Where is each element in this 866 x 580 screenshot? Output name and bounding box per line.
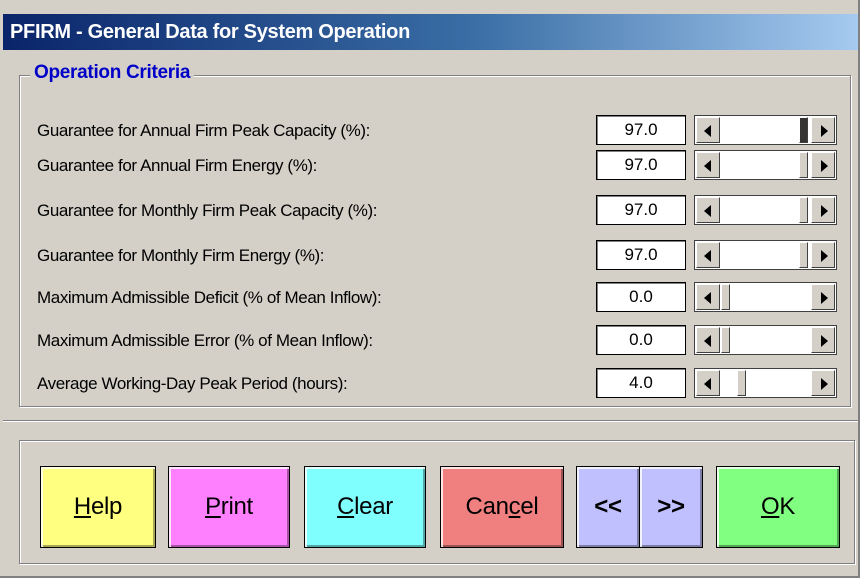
- cancel-button-label: Cancel: [466, 493, 539, 520]
- value-scrollbar[interactable]: [694, 368, 837, 398]
- row-label: Guarantee for Annual Firm Peak Capacity …: [37, 121, 370, 140]
- value-field[interactable]: 0.0: [596, 282, 686, 312]
- clear-button-label: Clear: [337, 493, 393, 520]
- scroll-right-arrow-icon[interactable]: [811, 242, 835, 268]
- scroll-thumb[interactable]: [798, 197, 808, 223]
- window-title: PFIRM - General Data for System Operatio…: [10, 21, 411, 43]
- row-label: Guarantee for Monthly Firm Peak Capacity…: [37, 201, 378, 220]
- help-button[interactable]: Help: [40, 466, 156, 548]
- row-label: Maximum Admissible Error (% of Mean Infl…: [37, 331, 373, 350]
- row-label: Guarantee for Monthly Firm Energy (%):: [37, 246, 325, 265]
- scroll-thumb[interactable]: [798, 152, 808, 178]
- scroll-thumb[interactable]: [721, 327, 730, 353]
- scroll-thumb[interactable]: [798, 117, 808, 143]
- cancel-button[interactable]: Cancel: [440, 466, 564, 548]
- ok-button[interactable]: OK: [716, 466, 840, 548]
- title-bar: PFIRM - General Data for System Operatio…: [3, 14, 858, 50]
- label-part: lear: [354, 493, 393, 520]
- value-field[interactable]: 0.0: [596, 325, 686, 355]
- criteria-row-monthly-peak-capacity: Guarantee for Monthly Firm Peak Capacity…: [0, 195, 866, 229]
- label-accel: C: [337, 493, 355, 520]
- criteria-row-peak-period: Average Working-Day Peak Period (hours):…: [0, 368, 866, 402]
- help-button-label: Help: [74, 493, 122, 520]
- label-part: rint: [220, 493, 253, 520]
- value-field[interactable]: 97.0: [596, 115, 686, 145]
- scroll-thumb[interactable]: [737, 370, 746, 396]
- scroll-right-arrow-icon[interactable]: [811, 327, 835, 353]
- criteria-row-admissible-error: Maximum Admissible Error (% of Mean Infl…: [0, 325, 866, 359]
- criteria-row-annual-energy: Guarantee for Annual Firm Energy (%): 97…: [0, 150, 866, 184]
- value-field[interactable]: 97.0: [596, 195, 686, 225]
- value-field[interactable]: 97.0: [596, 240, 686, 270]
- scroll-right-arrow-icon[interactable]: [811, 284, 835, 310]
- value-scrollbar[interactable]: [694, 325, 837, 355]
- value-scrollbar[interactable]: [694, 195, 837, 225]
- print-button[interactable]: Print: [168, 466, 290, 548]
- scroll-left-arrow-icon[interactable]: [696, 284, 720, 310]
- label-part: elp: [90, 493, 123, 520]
- scroll-left-arrow-icon[interactable]: [696, 117, 720, 143]
- value-scrollbar[interactable]: [694, 150, 837, 180]
- separator-line: [3, 420, 858, 422]
- value-field[interactable]: 97.0: [596, 150, 686, 180]
- value-field[interactable]: 4.0: [596, 368, 686, 398]
- criteria-row-monthly-energy: Guarantee for Monthly Firm Energy (%): 9…: [0, 240, 866, 274]
- row-label: Guarantee for Annual Firm Energy (%):: [37, 156, 317, 175]
- scroll-thumb[interactable]: [798, 242, 808, 268]
- scroll-right-arrow-icon[interactable]: [811, 197, 835, 223]
- next-button[interactable]: >>: [639, 466, 703, 548]
- criteria-row-annual-peak-capacity: Guarantee for Annual Firm Peak Capacity …: [0, 115, 866, 149]
- value-scrollbar[interactable]: [694, 240, 837, 270]
- clear-button[interactable]: Clear: [304, 466, 426, 548]
- scroll-right-arrow-icon[interactable]: [811, 370, 835, 396]
- label-accel: c: [508, 493, 521, 520]
- scroll-left-arrow-icon[interactable]: [696, 197, 720, 223]
- scroll-right-arrow-icon[interactable]: [811, 152, 835, 178]
- label-accel: O: [760, 493, 780, 520]
- label-accel: H: [73, 493, 91, 520]
- value-scrollbar[interactable]: [694, 115, 837, 145]
- scroll-right-arrow-icon[interactable]: [811, 117, 835, 143]
- criteria-row-admissible-deficit: Maximum Admissible Deficit (% of Mean In…: [0, 282, 866, 316]
- scroll-left-arrow-icon[interactable]: [696, 152, 720, 178]
- row-label: Maximum Admissible Deficit (% of Mean In…: [37, 288, 382, 307]
- previous-button[interactable]: <<: [576, 466, 640, 548]
- row-label: Average Working-Day Peak Period (hours):: [37, 374, 348, 393]
- label-part: el: [520, 493, 539, 520]
- scroll-left-arrow-icon[interactable]: [696, 327, 720, 353]
- value-scrollbar[interactable]: [694, 282, 837, 312]
- label-part: Can: [465, 493, 509, 520]
- label-part: K: [779, 493, 796, 520]
- print-button-label: Print: [205, 493, 253, 520]
- ok-button-label: OK: [761, 493, 795, 520]
- label-accel: P: [205, 493, 221, 520]
- group-title: Operation Criteria: [30, 62, 195, 84]
- scroll-thumb[interactable]: [721, 284, 730, 310]
- scroll-left-arrow-icon[interactable]: [696, 242, 720, 268]
- scroll-left-arrow-icon[interactable]: [696, 370, 720, 396]
